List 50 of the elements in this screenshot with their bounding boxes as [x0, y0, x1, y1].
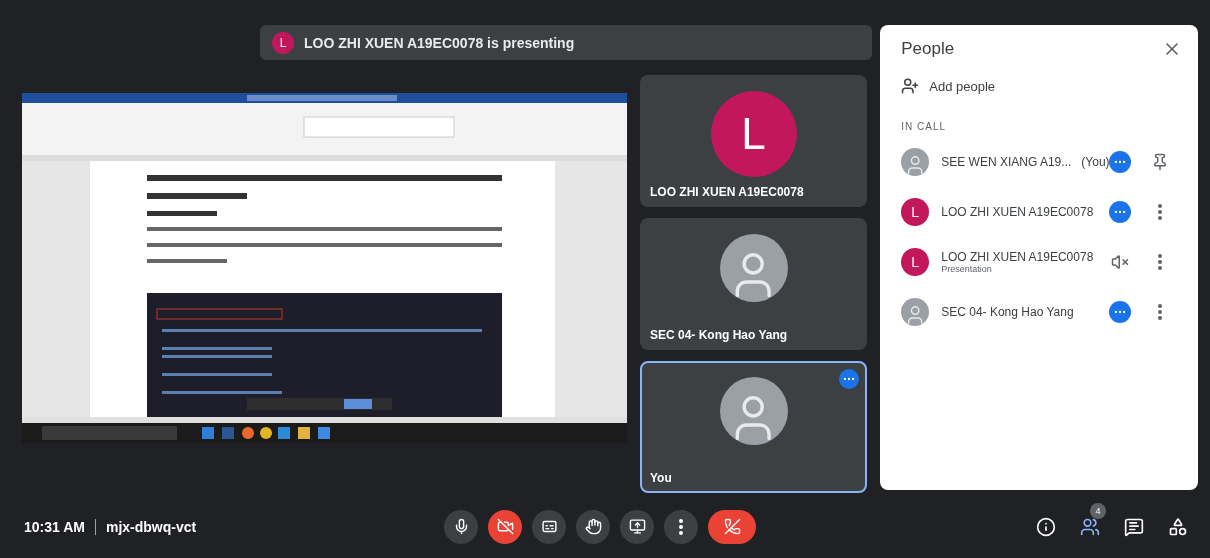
- count-badge: 4: [1090, 502, 1106, 519]
- participant-name: SEC 04- Kong Hao Yang: [650, 328, 788, 342]
- more-vertical-icon: [1158, 204, 1163, 220]
- participant-subtitle: Presentation: [941, 264, 993, 274]
- more-vertical-icon: [679, 518, 683, 535]
- participant-tile[interactable]: L LOO ZHI XUEN A19EC0078: [640, 75, 867, 207]
- meeting-time: 10:31 AM: [24, 518, 85, 535]
- participant-name: You: [650, 471, 672, 485]
- participant-name: SEC 04- Kong Hao Yang: [941, 305, 1075, 319]
- chat-icon: [1124, 516, 1144, 537]
- letter-avatar: L: [710, 91, 797, 177]
- raise-hand-button[interactable]: [576, 509, 610, 544]
- hand-icon: [584, 518, 602, 535]
- participant-tile[interactable]: SEC 04- Kong Hao Yang: [640, 218, 867, 350]
- avatar-photo-placeholder: [901, 298, 930, 326]
- more-vertical-icon: [1158, 254, 1163, 270]
- kebab-menu-button[interactable]: [1158, 254, 1163, 270]
- people-icon: [1080, 516, 1100, 537]
- microphone-button[interactable]: [444, 509, 478, 544]
- avatar-photo-placeholder: [901, 148, 930, 176]
- presenting-text: LOO ZHI XUEN A19EC0078 is presenting: [304, 34, 575, 51]
- leave-call-button[interactable]: [708, 509, 756, 544]
- add-people-button[interactable]: Add people: [901, 77, 996, 95]
- more-vertical-icon: [1158, 304, 1163, 320]
- letter-avatar: L: [272, 31, 294, 54]
- present-screen-icon: [628, 518, 646, 535]
- present-screen-button[interactable]: [620, 509, 654, 544]
- participant-name: LOO ZHI XUEN A19EC0078: [941, 250, 1095, 264]
- meeting-code: mjx-dbwq-vct: [94, 518, 197, 535]
- panel-title: People: [901, 39, 955, 59]
- captions-button[interactable]: [532, 509, 566, 544]
- info-icon: [1036, 516, 1056, 537]
- more-options-button[interactable]: [664, 509, 698, 544]
- camera-off-button[interactable]: [488, 509, 522, 544]
- camera-off-icon: [496, 518, 514, 535]
- letter-avatar: L: [901, 248, 930, 276]
- letter-avatar: L: [901, 198, 930, 226]
- participant-name: LOO ZHI XUEN A19EC0078: [650, 185, 804, 199]
- phone-hang-up-icon: [723, 518, 741, 535]
- participant-name: LOO ZHI XUEN A19EC0078: [941, 205, 1095, 219]
- more-options-button[interactable]: [839, 369, 859, 389]
- add-person-icon: [901, 77, 920, 95]
- shapes-icon: [1168, 516, 1188, 537]
- kebab-menu-button[interactable]: [1158, 304, 1163, 320]
- participant-name: SEE WEN XIANG A19... (You): [941, 155, 1110, 169]
- section-heading: IN CALL: [901, 121, 948, 132]
- muted-speaker-icon: [1111, 253, 1130, 271]
- captions-icon: [540, 518, 558, 535]
- participant-tile[interactable]: You: [640, 361, 867, 493]
- kebab-menu-button[interactable]: [1158, 204, 1163, 220]
